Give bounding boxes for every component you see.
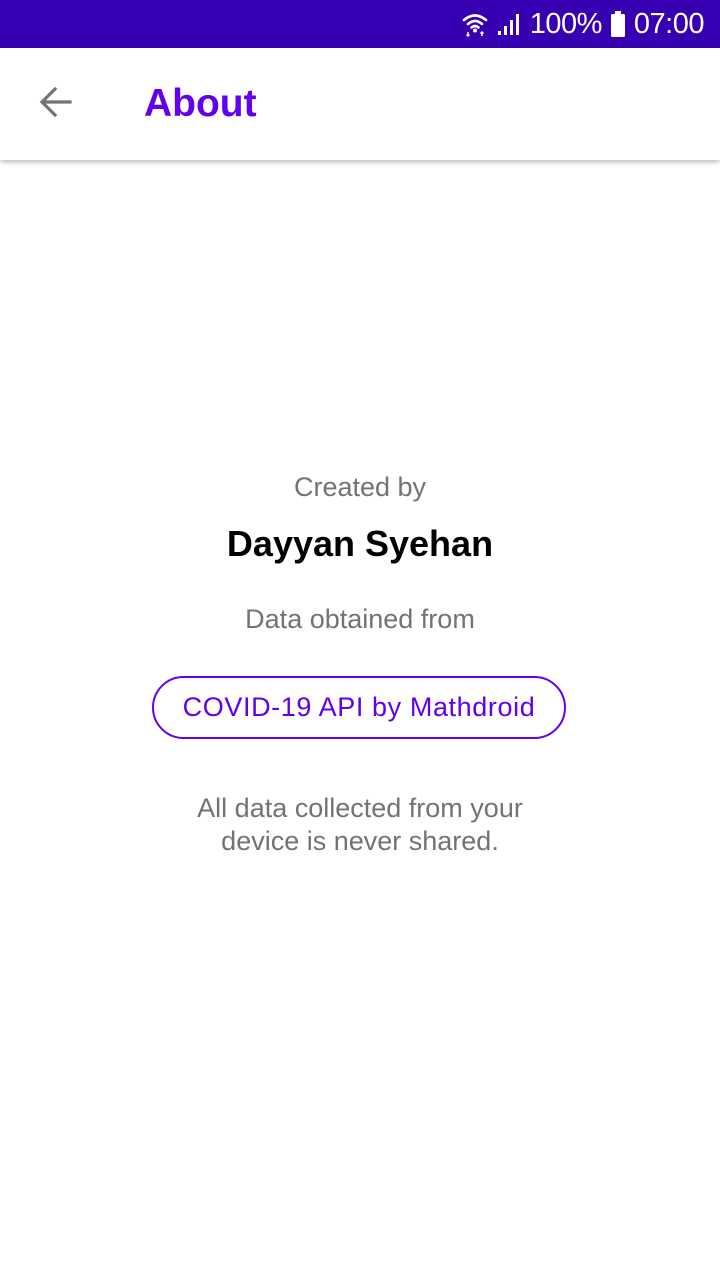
- battery-percent: 100%: [529, 8, 603, 40]
- privacy-note-line-2: device is never shared.: [221, 826, 499, 856]
- signal-icon: [496, 11, 522, 37]
- arrow-back-icon: [38, 84, 74, 125]
- battery-icon: [610, 10, 626, 38]
- data-source-button[interactable]: COVID-19 API by Mathdroid: [152, 676, 566, 739]
- privacy-note-line-1: All data collected from your: [197, 793, 523, 823]
- page-title: About: [144, 82, 257, 125]
- data-source-label: Data obtained from: [245, 604, 475, 634]
- status-bar: 100% 07:00: [0, 0, 720, 48]
- wifi-icon: [462, 11, 488, 37]
- author-name: Dayyan Syehan: [226, 523, 494, 564]
- privacy-note: All data collected from your device is n…: [160, 792, 560, 858]
- back-button[interactable]: [20, 68, 92, 140]
- created-by-label: Created by: [293, 472, 427, 502]
- app-bar: About: [0, 48, 720, 160]
- status-time: 07:00: [633, 8, 705, 40]
